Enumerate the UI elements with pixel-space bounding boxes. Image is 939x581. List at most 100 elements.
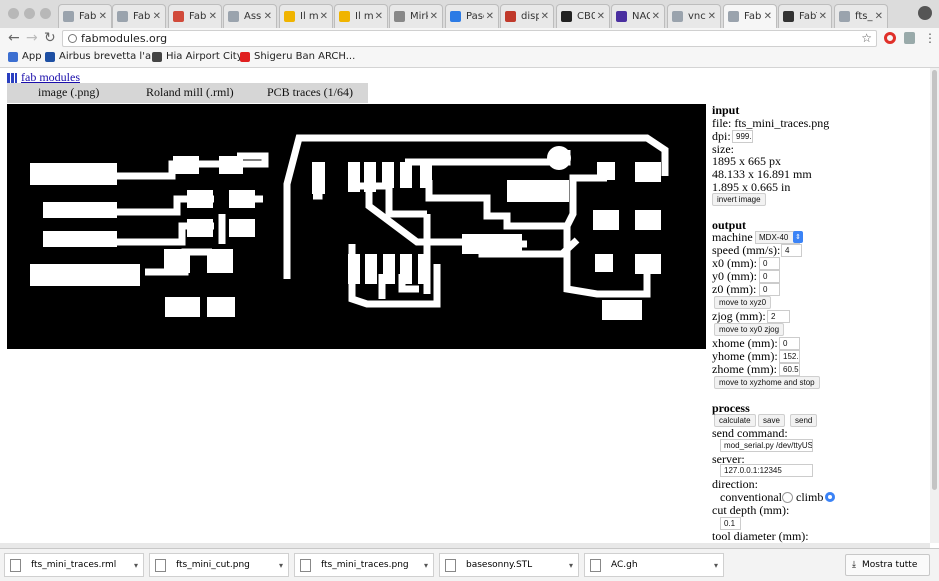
menu-icon[interactable]: ⋮ [924,31,936,45]
browser-tab[interactable]: fts_n✕ [834,4,888,28]
file-icon [10,558,21,572]
browser-tab[interactable]: Fab ✕ [112,4,166,28]
download-filename: AC.gh [611,560,638,570]
browser-tab[interactable]: vnc.t✕ [667,4,721,28]
tab-favicon-icon [561,11,572,22]
tab-close-icon[interactable]: ✕ [597,11,605,22]
tab-close-icon[interactable]: ✕ [264,11,272,22]
speed-input[interactable]: 4 [781,244,802,257]
download-item[interactable]: AC.gh ▾ [584,553,724,577]
forward-icon[interactable]: → [26,31,38,45]
file-icon [445,558,456,572]
yhome-input[interactable]: 152. [779,350,800,363]
browser-tab[interactable]: Il mi✕ [334,4,388,28]
tab-close-icon[interactable]: ✕ [486,11,494,22]
tab-close-icon[interactable]: ✕ [875,11,883,22]
reload-icon[interactable]: ↻ [44,31,56,45]
download-menu-icon[interactable]: ▾ [424,561,428,570]
zhome-label: zhome (mm): [712,362,777,376]
tab-image-png[interactable]: image (.png) [38,85,99,100]
bookmark-item[interactable]: Airbus brevetta l'a... [45,51,161,62]
profile-icon[interactable] [918,6,932,20]
tab-close-icon[interactable]: ✕ [652,11,660,22]
download-menu-icon[interactable]: ▾ [714,561,718,570]
x0-input[interactable]: 0 [759,257,780,270]
pcb-traces-image [7,104,706,349]
show-all-downloads-button[interactable]: ⤓ Mostra tutte [845,554,930,576]
bookmark-item[interactable]: App [8,51,42,62]
move-to-xyzhome-button[interactable]: move to xyzhome and stop [714,376,820,389]
tab-favicon-icon [284,11,295,22]
tab-close-icon[interactable]: ✕ [153,11,161,22]
server-input[interactable]: 127.0.0.1:12345 [720,464,813,477]
vertical-scrollbar[interactable] [930,68,939,543]
send-button[interactable]: send [790,414,818,427]
url-field[interactable]: fabmodules.org ☆ [62,30,877,47]
move-to-xyz0-button[interactable]: move to xyz0 [714,296,772,309]
tab-close-icon[interactable]: ✕ [375,11,383,22]
tab-close-icon[interactable]: ✕ [541,11,549,22]
zhome-input[interactable]: 60.5 [779,363,800,376]
bookmark-item[interactable]: Shigeru Ban ARCH... [240,51,355,62]
browser-tab[interactable]: Pasc✕ [445,4,499,28]
browser-tab[interactable]: Mirk✕ [389,4,443,28]
bookmark-item[interactable]: Hia Airport City [152,51,243,62]
browser-tab[interactable]: disp✕ [500,4,554,28]
browser-tab[interactable]: Fab ✕ [58,4,112,28]
tab-roland-mill[interactable]: Roland mill (.rml) [146,85,234,100]
downloads-bar: fts_mini_traces.rml ▾ fts_mini_cut.png ▾ fts… [0,548,939,581]
close-window-button[interactable] [8,8,19,19]
z0-input[interactable]: 0 [759,283,780,296]
y0-input[interactable]: 0 [759,270,780,283]
tab-close-icon[interactable]: ✕ [819,11,827,22]
browser-tab[interactable]: Fab ✕ [168,4,222,28]
download-menu-icon[interactable]: ▾ [279,561,283,570]
bookmarks-bar: App Airbus brevetta l'a... Hia Airport Cit… [0,50,939,68]
tab-close-icon[interactable]: ✕ [320,11,328,22]
browser-tab[interactable]: CB0✕ [556,4,610,28]
bookmark-label: Airbus brevetta l'a... [59,51,161,62]
cut-depth-label: cut depth (mm): [712,503,790,517]
xhome-input[interactable]: 0 [779,337,800,350]
tab-close-icon[interactable]: ✕ [708,11,716,22]
browser-tab[interactable]: Il mi✕ [279,4,333,28]
download-item[interactable]: fts_mini_cut.png ▾ [149,553,289,577]
download-item[interactable]: basesonny.STL ▾ [439,553,579,577]
tab-favicon-icon [505,11,516,22]
download-item[interactable]: fts_mini_traces.rml ▾ [4,553,144,577]
tab-close-icon[interactable]: ✕ [209,11,217,22]
send-command-input[interactable]: mod_serial.py /dev/ttyUS [720,439,813,452]
move-to-xy0-zjog-button[interactable]: move to xy0 zjog [714,323,785,336]
browser-tab[interactable]: Assi✕ [223,4,277,28]
tab-favicon-icon [783,11,794,22]
minimize-window-button[interactable] [24,8,35,19]
tab-label: Pasc [466,11,484,22]
conventional-radio[interactable] [782,492,793,503]
browser-tab[interactable]: Fab ✕ [723,4,777,28]
extension-icon[interactable] [904,32,915,44]
download-menu-icon[interactable]: ▾ [134,561,138,570]
dpi-input[interactable]: 999. [732,130,753,143]
download-item[interactable]: fts_mini_traces.png ▾ [294,553,434,577]
browser-tab[interactable]: NAC✕ [611,4,665,28]
zoom-window-button[interactable] [40,8,51,19]
tab-pcb-traces[interactable]: PCB traces (1/64) [267,85,353,100]
browser-tab[interactable]: FabT✕ [778,4,832,28]
bookmark-icon [152,51,162,62]
tab-label: Il mi [300,11,318,22]
download-menu-icon[interactable]: ▾ [569,561,573,570]
tab-favicon-icon [672,11,683,22]
tab-close-icon[interactable]: ✕ [764,11,772,22]
invert-image-button[interactable]: invert image [712,193,766,206]
zjog-input[interactable]: 2 [767,310,790,323]
star-icon[interactable]: ☆ [861,31,872,46]
climb-radio[interactable] [825,492,835,502]
info-icon[interactable] [68,34,77,43]
tab-close-icon[interactable]: ✕ [99,11,107,22]
select-arrows-icon[interactable]: ⇕ [793,231,803,243]
bookmark-icon [45,51,55,62]
tab-close-icon[interactable]: ✕ [430,11,438,22]
opera-extension-icon[interactable] [884,32,896,44]
file-icon [590,558,601,572]
back-icon[interactable]: ← [8,31,20,45]
